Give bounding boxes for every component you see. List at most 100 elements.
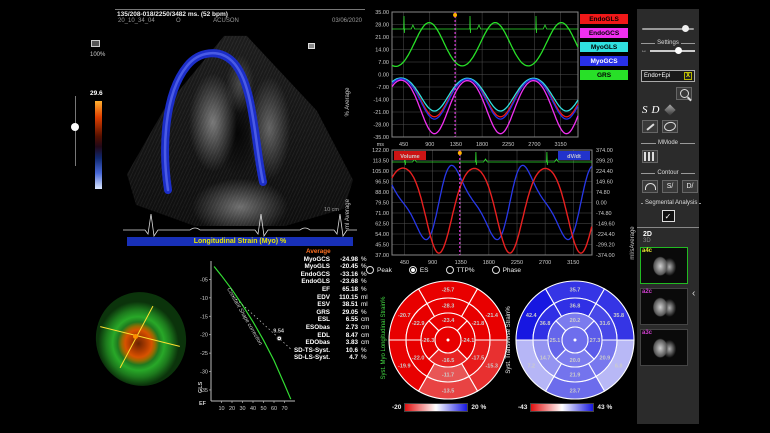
metric-unit: % [358, 354, 370, 362]
settings-section-header: Settings [639, 40, 697, 46]
strain-contour-overlay [115, 10, 365, 249]
legend-chip-MyoGCS[interactable]: MyoGCS [580, 56, 628, 66]
arch-icon [645, 183, 656, 190]
radio-dot[interactable] [492, 266, 500, 274]
diamond-icon[interactable] [665, 104, 676, 115]
view-thumbnail-a2c[interactable]: a2c [640, 288, 688, 325]
radio-dot[interactable] [446, 266, 454, 274]
marker-value-label: 9.54 [273, 328, 285, 334]
metric-value: -20.45 [330, 263, 358, 271]
svg-text:88.00: 88.00 [375, 190, 389, 196]
segment-value: -23.4 [442, 318, 455, 324]
radio-dot[interactable] [409, 266, 417, 274]
view-thumbnail-a4c[interactable]: a4c [640, 247, 688, 284]
contour-diastole-button[interactable]: D/ [682, 180, 698, 193]
es-marker-dot [453, 13, 457, 17]
legend-chip-GRS[interactable]: GRS [580, 70, 628, 80]
svg-text:-374.00: -374.00 [596, 253, 615, 259]
scale-max-label: 43 % [597, 404, 612, 411]
segment-value: -28.3 [442, 304, 455, 310]
strain-surface-3d[interactable] [86, 283, 196, 396]
svg-text:96.50: 96.50 [375, 180, 389, 186]
draw-contour-button[interactable] [642, 120, 658, 133]
metric-unit: % [358, 263, 370, 271]
camera-icon [91, 40, 100, 47]
gain-slider-thumb[interactable] [71, 123, 79, 131]
svg-text:3150: 3150 [567, 260, 579, 264]
svg-text:224.40: 224.40 [596, 169, 613, 175]
magnifier-button[interactable] [676, 87, 692, 100]
svg-text:-7.00: -7.00 [376, 85, 389, 91]
radio-label: TTP% [457, 267, 475, 274]
contour-systole-button[interactable]: S/ [662, 180, 678, 193]
control-panel: Settings ↔ Endo+Epi X S D MMode Contour … [637, 9, 699, 424]
ellipse-tool-button[interactable] [662, 120, 678, 133]
svg-text:-20: -20 [200, 333, 208, 339]
radio-phase[interactable]: Phase [492, 266, 521, 274]
mode-3d-label[interactable]: 3D [643, 238, 699, 244]
systole-button[interactable]: S [642, 104, 648, 116]
radio-label: ES [420, 267, 429, 274]
svg-text:113.50: 113.50 [373, 159, 389, 165]
legend-chip-EndoGLS[interactable]: EndoGLS [580, 14, 628, 24]
gls-ef-chart: -05-10-15-20-25-30-35102030405060709.54C… [195, 253, 300, 421]
svg-text:28.00: 28.00 [375, 23, 389, 29]
metric-value: 38.51 [330, 301, 358, 309]
svg-text:0.00: 0.00 [378, 73, 389, 79]
scale-max-label: 20 % [471, 404, 486, 411]
metric-value: 2.73 [330, 324, 358, 332]
segment-value: -15.3 [485, 363, 498, 369]
top-slider[interactable] [642, 25, 694, 33]
svg-text:374.00: 374.00 [596, 148, 613, 154]
settings-slider-track[interactable] [650, 50, 695, 52]
contour-arch-button[interactable] [642, 180, 658, 193]
metric-unit: % [358, 286, 370, 294]
metric-value: 4.7 [330, 354, 358, 362]
metric-unit: ml [358, 294, 370, 302]
svg-text:74.80: 74.80 [596, 190, 610, 196]
svg-text:54.00: 54.00 [375, 232, 389, 238]
svg-text:-28.00: -28.00 [373, 123, 389, 129]
radio-label: Peak [377, 267, 392, 274]
segmental-checkbox[interactable]: ✓ [662, 210, 675, 222]
svg-text:71.00: 71.00 [375, 211, 389, 217]
metric-value: 110.15 [330, 294, 358, 302]
segment-value: 35.7 [570, 288, 581, 294]
endo-epi-toggle[interactable]: Endo+Epi X [641, 70, 695, 82]
myocardium-contour[interactable] [165, 53, 263, 190]
settings-slider-thumb[interactable] [675, 47, 682, 54]
ellipse-icon [663, 121, 677, 133]
view-thumbnail-a3c[interactable]: a3c [640, 329, 688, 366]
diastole-button[interactable]: D [652, 104, 660, 116]
mmode-button[interactable] [642, 150, 658, 163]
segment-value: 36.8 [540, 321, 551, 327]
collapse-arrow[interactable]: ‹ [692, 288, 695, 299]
segment-value: -13.5 [442, 389, 455, 395]
metric-unit: cm [358, 324, 370, 332]
svg-text:900: 900 [428, 260, 437, 264]
endo-epi-checkbox[interactable]: X [684, 72, 692, 80]
segment-value: 42.4 [526, 313, 538, 319]
legend-chip-EndoGCS[interactable]: EndoGCS [580, 28, 628, 38]
mode-2d-label[interactable]: 2D [643, 231, 699, 238]
metric-unit: % [358, 309, 370, 317]
bullseye-center-dot [447, 339, 450, 342]
metric-value: -24.98 [330, 256, 358, 264]
series-volume [392, 168, 592, 253]
settings-slider[interactable]: ↔ [641, 48, 695, 54]
longitudinal-strain-bullseye[interactable]: -25.7-21.4-15.3-13.5-19.9-20.7-28.3-21.8… [388, 280, 508, 400]
top-slider-thumb[interactable] [682, 25, 689, 32]
mmode-label: MMode [658, 140, 678, 146]
gain-slider-track[interactable] [75, 96, 76, 166]
radio-ttp[interactable]: TTP% [446, 266, 475, 274]
svg-text:1800: 1800 [483, 260, 495, 264]
segmental-section-header: Segmental Analysis [639, 200, 697, 206]
svg-text:149.60: 149.60 [596, 180, 613, 186]
scale-min-label: -20 [392, 404, 401, 411]
transverse-strain-bullseye[interactable]: 35.735.86.823.77.242.436.831.620.921.914… [515, 280, 635, 400]
gls-axis-label: GLS [198, 381, 204, 393]
radio-es[interactable]: ES [409, 266, 429, 274]
legend-chip-MyoGLS[interactable]: MyoGLS [580, 42, 628, 52]
longitudinal-bullseye-label: Syst. Myo Longitudinal Strain% [381, 296, 387, 379]
depth-label: 10 cm [324, 207, 339, 213]
